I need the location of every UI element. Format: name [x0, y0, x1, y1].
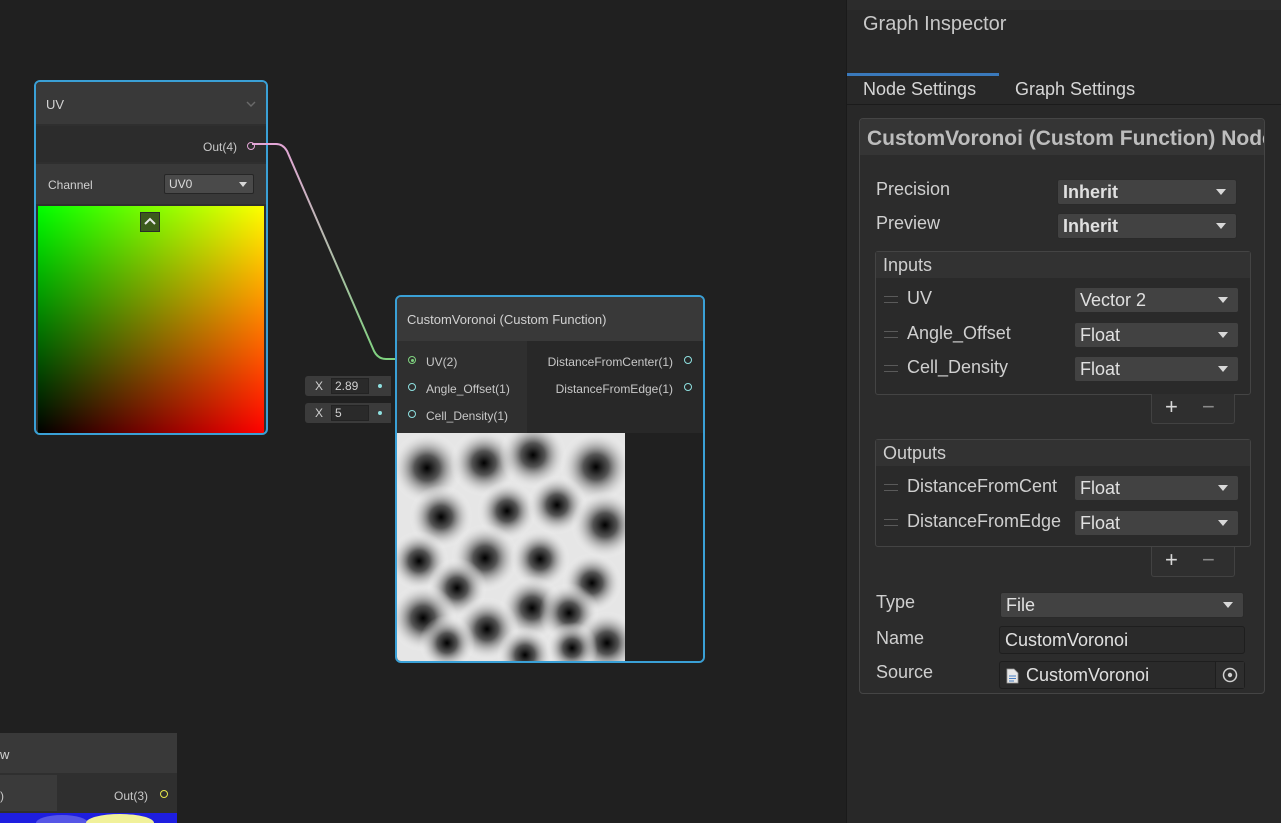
- input-type: Float: [1080, 359, 1121, 379]
- input-label: UV(2): [426, 355, 458, 369]
- input-type: Float: [1080, 325, 1121, 345]
- inspector-title: Graph Inspector: [863, 13, 1007, 35]
- source-value: CustomVoronoi: [1026, 665, 1150, 685]
- name-value: CustomVoronoi: [1005, 630, 1129, 650]
- distance-from-center-port[interactable]: [684, 356, 692, 364]
- chevron-down-icon: [1218, 297, 1228, 303]
- type-value: File: [1006, 595, 1036, 615]
- input-name: UV: [907, 288, 933, 308]
- preview-value: Inherit: [1063, 216, 1119, 236]
- input-label-fragment: ): [0, 789, 4, 803]
- chevron-down-icon: [1218, 485, 1228, 491]
- preview-area: [397, 433, 703, 661]
- output-ports: DistanceFromCenter(1) DistanceFromEdge(1…: [527, 341, 703, 433]
- partial-node[interactable]: w ) Out(3): [0, 733, 177, 823]
- drag-handle-icon[interactable]: [884, 365, 898, 372]
- partial-node-title: w: [0, 747, 10, 762]
- output-type-dropdown[interactable]: Float: [1074, 475, 1239, 501]
- outputs-title: Outputs: [876, 440, 1250, 466]
- type-label: Type: [876, 592, 916, 612]
- preview-label: Preview: [876, 213, 941, 233]
- output-label: DistanceFromEdge(1): [555, 382, 673, 396]
- output-type: Float: [1080, 513, 1121, 533]
- angle-offset-input-port[interactable]: [408, 383, 416, 391]
- axis-label: X: [315, 406, 324, 420]
- input-type-dropdown[interactable]: Vector 2: [1074, 287, 1239, 313]
- output-name: DistanceFromCent: [907, 476, 1058, 496]
- inputs-list: Inputs UV Vector 2 Angle_Offset Float Ce…: [875, 251, 1251, 395]
- inspector-top-strip: [847, 0, 1281, 10]
- node-title[interactable]: CustomVoronoi (Custom Function): [397, 297, 703, 341]
- outputs-add-remove: + −: [1151, 547, 1235, 577]
- precision-label: Precision: [876, 179, 951, 199]
- node-settings-card: CustomVoronoi (Custom Function) Node Pre…: [859, 118, 1265, 694]
- distance-from-edge-port[interactable]: [684, 383, 692, 391]
- file-icon: [1006, 668, 1019, 684]
- voronoi-preview: [397, 433, 625, 661]
- tab-node-settings-label[interactable]: Node Settings: [863, 79, 976, 100]
- cell-density-input-port[interactable]: [408, 410, 416, 418]
- preview-dropdown[interactable]: Inherit: [1057, 213, 1237, 239]
- input-type-dropdown[interactable]: Float: [1074, 356, 1239, 382]
- connected-dot: [411, 359, 414, 362]
- tab-graph-settings[interactable]: Graph Settings: [1015, 79, 1135, 100]
- node-header: CustomVoronoi (Custom Function) Node: [860, 119, 1264, 155]
- drag-handle-icon[interactable]: [884, 296, 898, 303]
- remove-input-button[interactable]: −: [1202, 394, 1215, 420]
- graph-inspector: Graph Inspector Node Settings Graph Sett…: [846, 0, 1281, 823]
- axis-label: X: [315, 379, 324, 393]
- partial-node-input: ): [0, 775, 57, 811]
- object-picker-button[interactable]: [1215, 662, 1244, 688]
- out-port-label: Out(3): [113, 789, 148, 803]
- name-label: Name: [876, 628, 925, 648]
- output-type-dropdown[interactable]: Float: [1074, 510, 1239, 536]
- source-field[interactable]: CustomVoronoi: [999, 661, 1245, 689]
- input-label: Angle_Offset(1): [426, 382, 510, 396]
- output-label: DistanceFromCenter(1): [547, 355, 673, 369]
- out-port[interactable]: [160, 790, 168, 798]
- drag-handle-icon[interactable]: [884, 519, 898, 526]
- outputs-list: Outputs DistanceFromCent Float DistanceF…: [875, 439, 1251, 547]
- output-type: Float: [1080, 478, 1121, 498]
- chevron-down-icon: [1223, 602, 1233, 608]
- input-label: Cell_Density(1): [426, 409, 509, 423]
- remove-output-button[interactable]: −: [1202, 547, 1215, 573]
- chevron-down-icon: [1218, 366, 1228, 372]
- input-name: Cell_Density: [907, 357, 1009, 377]
- input-ports: UV(2) Angle_Offset(1) Cell_Density(1): [397, 341, 527, 433]
- drag-handle-icon[interactable]: [884, 484, 898, 491]
- connector-dot: [378, 411, 382, 415]
- chevron-down-icon: [1218, 520, 1228, 526]
- input-type-dropdown[interactable]: Float: [1074, 322, 1239, 348]
- tab-divider: [847, 104, 1281, 105]
- output-name: DistanceFromEdge: [907, 511, 1062, 531]
- angle-offset-value[interactable]: 2.89: [331, 378, 369, 394]
- inputs-add-remove: + −: [1151, 394, 1235, 424]
- cell-density-value[interactable]: 5: [331, 405, 369, 421]
- custom-voronoi-node[interactable]: CustomVoronoi (Custom Function) UV(2) An…: [395, 295, 705, 663]
- source-label: Source: [876, 662, 934, 682]
- partial-preview: [0, 813, 177, 823]
- node-title[interactable]: w: [0, 733, 177, 773]
- precision-dropdown[interactable]: Inherit: [1057, 179, 1237, 205]
- chevron-down-icon: [1218, 332, 1228, 338]
- chevron-down-icon: [1216, 189, 1226, 195]
- voronoi-node-title: CustomVoronoi (Custom Function): [407, 312, 607, 327]
- chevron-down-icon: [1216, 223, 1226, 229]
- name-field[interactable]: CustomVoronoi: [999, 626, 1245, 654]
- input-name: Angle_Offset: [907, 323, 1011, 343]
- add-output-button[interactable]: +: [1165, 547, 1178, 573]
- drag-handle-icon[interactable]: [884, 331, 898, 338]
- type-dropdown[interactable]: File: [1000, 592, 1244, 618]
- target-icon: [1222, 667, 1238, 683]
- inputs-title: Inputs: [876, 252, 1250, 278]
- input-type: Vector 2: [1080, 290, 1147, 310]
- precision-value: Inherit: [1063, 182, 1119, 202]
- add-input-button[interactable]: +: [1165, 394, 1178, 420]
- connector-dot: [378, 384, 382, 388]
